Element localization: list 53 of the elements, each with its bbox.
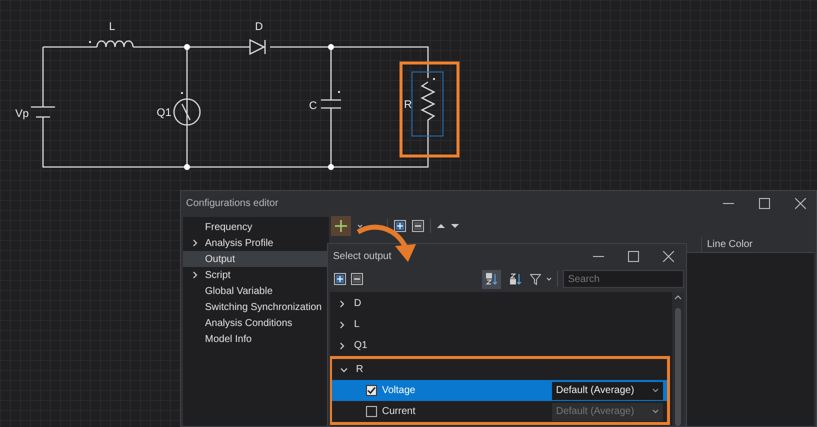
tree-item[interactable]: R [332,359,667,380]
sidebar-item[interactable]: Model Info [183,331,329,347]
maximize-icon[interactable] [759,198,770,208]
expand-all-icon[interactable] [334,273,346,285]
chevron-icon[interactable] [340,366,348,374]
caret-icon [652,388,659,393]
sidebar-item[interactable]: Output [183,251,329,267]
component-label: L [108,21,116,33]
plus-icon [335,220,347,232]
tree-item[interactable]: L [330,314,672,335]
component-label: D [255,21,263,33]
move-down-icon[interactable] [451,223,459,229]
output-row[interactable]: Voltage Default (Average) [332,380,667,401]
filter-icon[interactable] [530,274,541,284]
chevron-icon[interactable] [338,320,346,328]
component-label: Vp [15,108,29,120]
expand-all-icon[interactable] [394,220,406,232]
selection-frame [412,72,444,136]
chevron-icon[interactable] [191,271,199,279]
sidebar-item[interactable]: Script [183,267,329,283]
chevron-icon[interactable] [338,300,346,308]
mode-dropdown[interactable]: Default (Average) [552,382,663,400]
close-icon[interactable] [663,250,674,262]
chevron-icon[interactable] [191,239,199,247]
caret-icon[interactable] [546,276,552,282]
window-title: Configurations editor [186,196,278,210]
caret-icon [652,409,659,414]
search-field[interactable]: Search [563,270,684,288]
sidebar-item[interactable]: Analysis Profile [183,235,329,251]
output-label: Voltage [382,384,416,398]
caret-icon[interactable] [357,223,363,229]
checkbox[interactable] [366,385,377,396]
maximize-icon[interactable] [628,250,639,262]
sidebar-item[interactable]: Frequency [183,219,329,235]
scrollbar[interactable] [672,292,684,426]
sidebar-item[interactable]: Switching Synchronization [183,299,329,315]
close-icon[interactable] [795,198,806,208]
component-label: Q1 [156,107,172,119]
add-button[interactable] [331,216,351,236]
output-label: Current [382,405,416,419]
collapse-all-icon[interactable] [351,273,363,285]
move-up-icon[interactable] [437,223,445,229]
sidebar-item[interactable]: Analysis Conditions [183,315,329,331]
scroll-up-icon[interactable] [674,295,682,300]
dialog-title: Select output [333,250,392,264]
component-label: R [404,99,412,111]
tree-item[interactable]: Q1 [330,335,672,356]
collapse-all-icon[interactable] [412,220,424,232]
sort-ascending-button[interactable] [482,270,501,288]
chevron-icon[interactable] [338,342,346,350]
sidebar-item[interactable]: Global Variable [183,283,329,299]
tree-item[interactable]: D [330,293,672,314]
component-label: C [309,100,317,112]
